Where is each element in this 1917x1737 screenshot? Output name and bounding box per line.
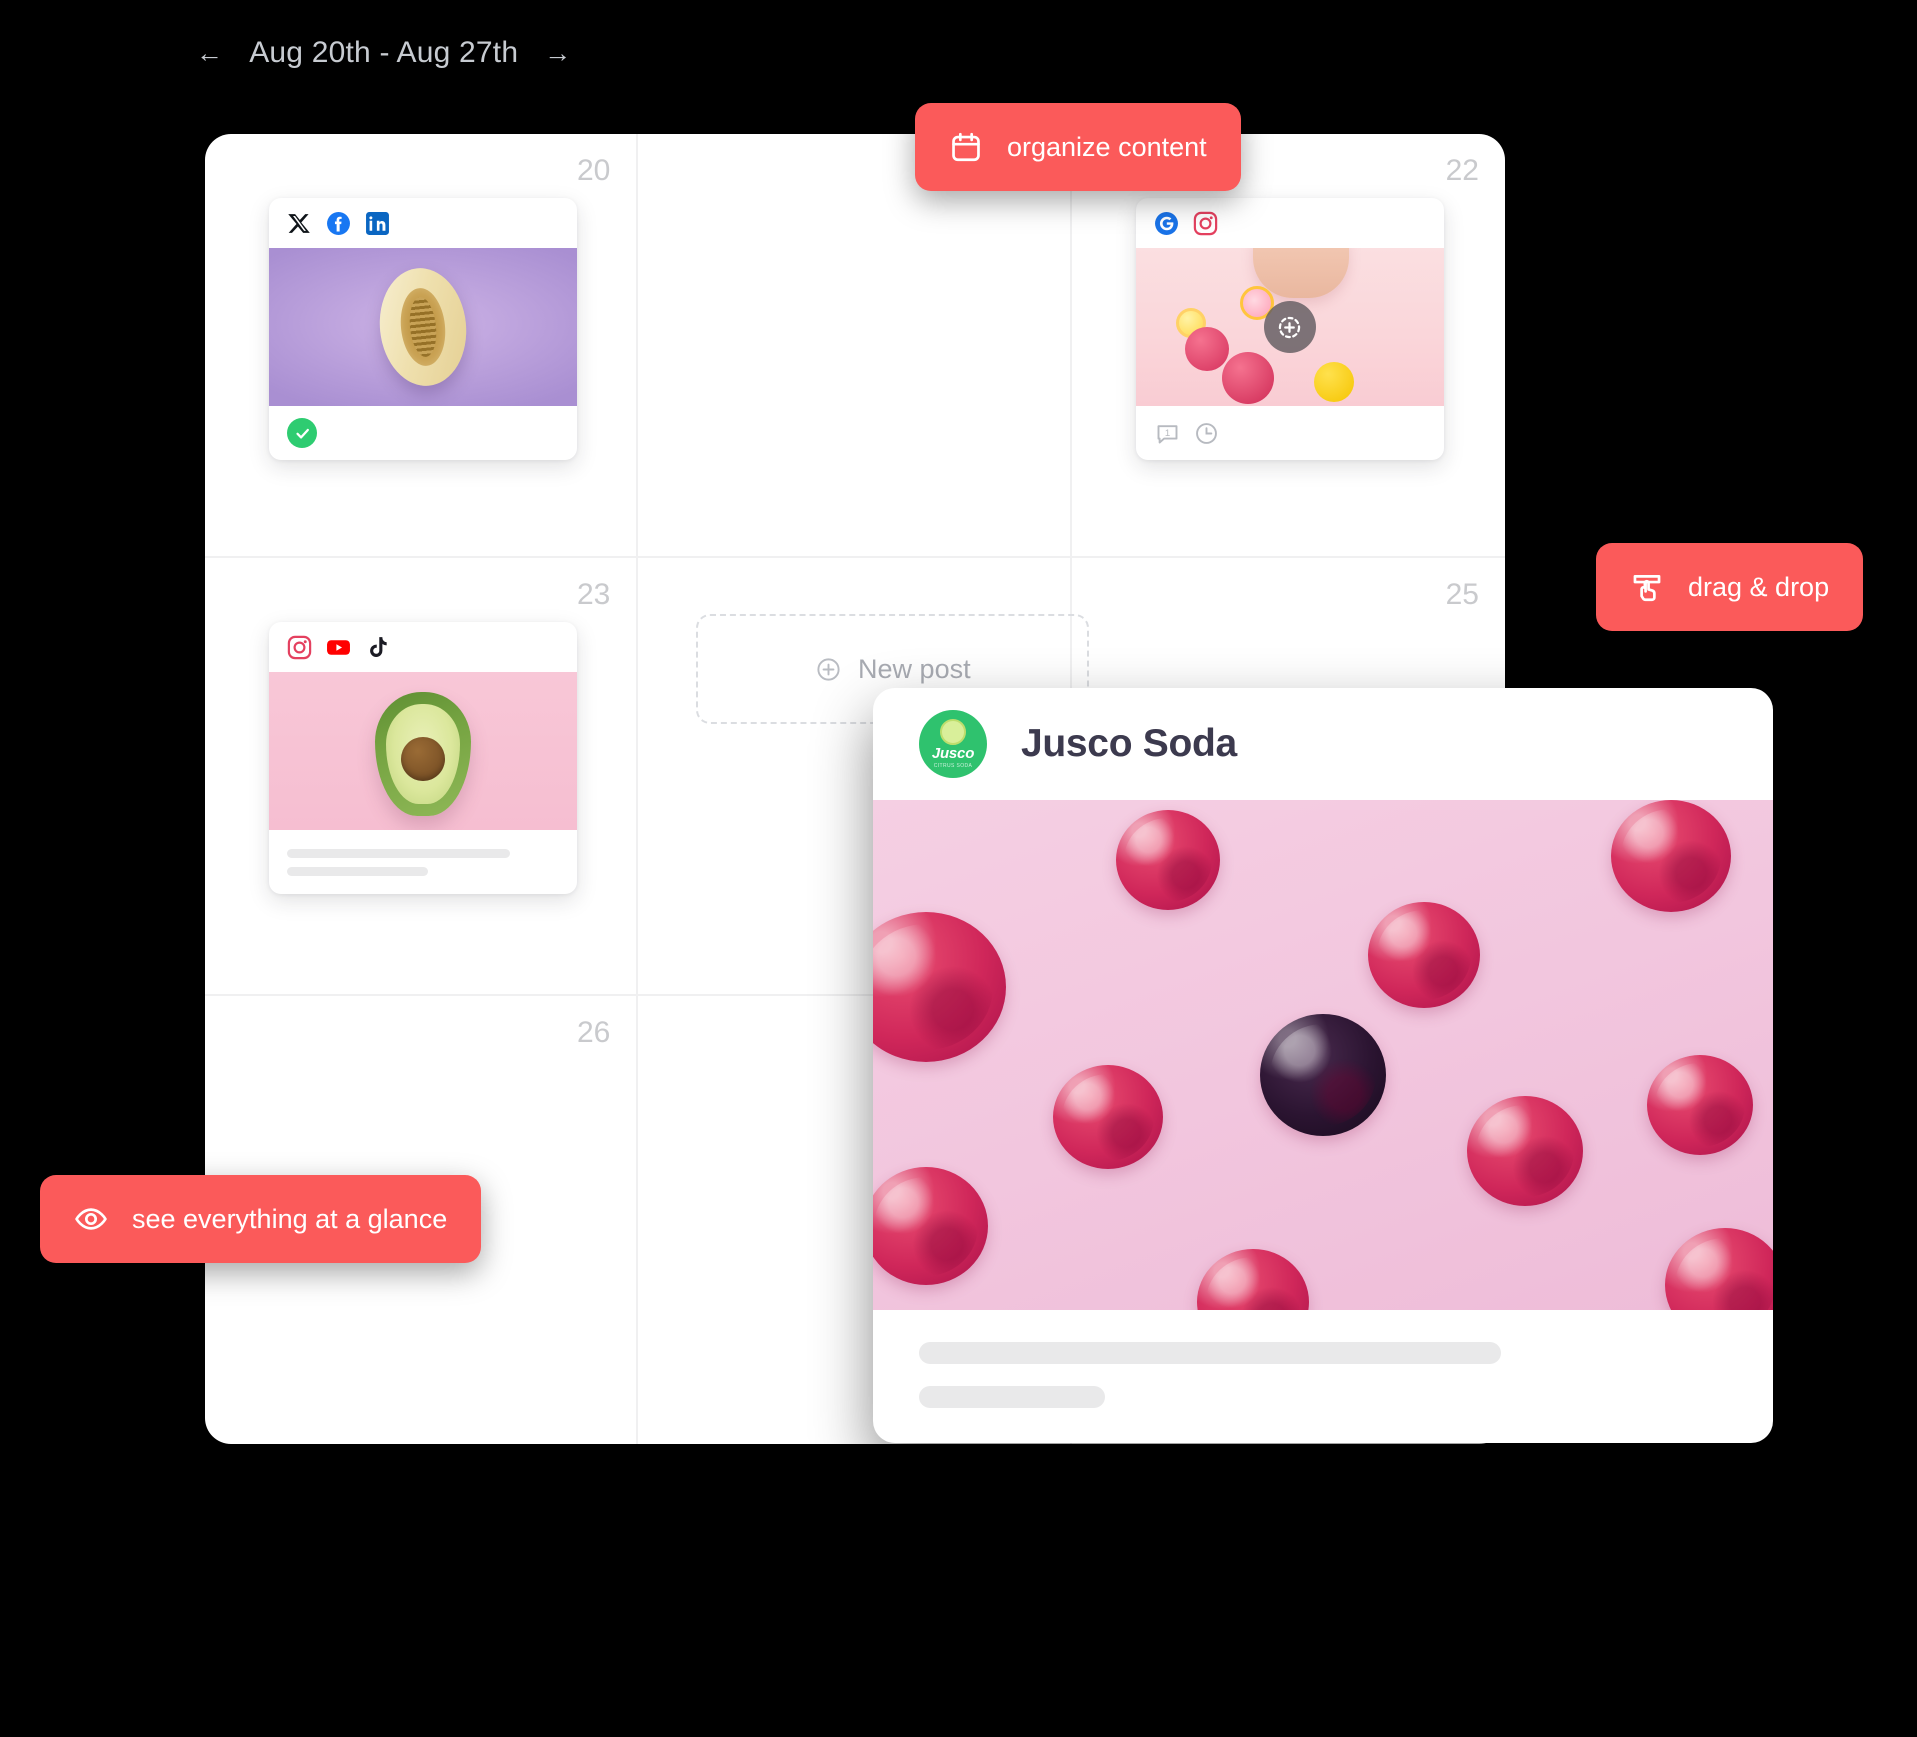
next-week-arrow-icon[interactable]: → [544,39,571,67]
post-image-melon [269,248,577,406]
add-carousel-icon[interactable] [1263,301,1316,353]
lime-slice-icon [940,719,966,745]
post-card-meta: 1 [1136,406,1444,460]
calendar-icon [952,132,980,162]
date-range-label: Aug 20th - Aug 27th [249,36,519,69]
avatar-brand-text: Jusco [931,745,975,762]
svg-text:1: 1 [1165,428,1170,439]
day-number: 25 [1445,578,1479,611]
post-card-networks [1136,198,1444,248]
calendar-cell-22[interactable]: 22 1 [1071,134,1505,558]
new-post-label: New post [858,653,971,684]
badge-drag-and-drop[interactable]: drag & drop [1596,543,1864,631]
calendar-cell-21[interactable] [638,134,1072,558]
clock-icon[interactable] [1193,420,1220,447]
day-number: 26 [576,1016,611,1049]
avatar: Jusco CITRUS SODA [919,710,987,778]
screenshot-root: ← Aug 20th - Aug 27th → 20 22 1 23 New p… [0,0,1917,1737]
check-circle-icon [287,418,317,448]
previous-week-arrow-icon[interactable]: ← [196,39,223,67]
post-preview-card[interactable]: Jusco CITRUS SODA Jusco Soda [873,688,1773,1443]
badge-label: see everything at a glance [132,1203,448,1234]
facebook-icon[interactable] [326,211,351,236]
post-card-caption-placeholder [269,830,577,894]
post-card-melon[interactable] [269,198,577,471]
post-image-avocado [269,672,577,830]
post-image-citrus [1135,248,1444,406]
badge-label: organize content [1007,131,1207,162]
badge-label: drag & drop [1688,571,1830,602]
badge-organize-content[interactable]: organize content [915,103,1241,191]
calendar-cell-23[interactable]: 23 [205,558,639,996]
instagram-icon[interactable] [1193,211,1218,236]
tiktok-icon[interactable] [365,635,390,660]
drag-drop-icon [1633,575,1661,602]
account-name: Jusco Soda [1021,722,1237,765]
avatar-sub-text: CITRUS SODA [933,763,973,769]
badge-see-at-a-glance[interactable]: see everything at a glance [40,1175,482,1263]
linkedin-icon[interactable] [365,211,390,236]
comment-icon[interactable]: 1 [1154,420,1181,447]
day-number: 23 [576,578,611,611]
calendar-week-navigator: ← Aug 20th - Aug 27th → [196,36,571,70]
post-card-status [269,406,577,460]
x-icon[interactable] [287,211,312,236]
preview-image-berries [873,800,1773,1310]
post-card-networks [269,198,577,248]
google-business-icon[interactable] [1154,211,1179,236]
calendar-cell-20[interactable]: 20 [205,134,639,558]
plus-circle-icon [817,657,840,681]
post-card-avocado[interactable] [269,622,577,894]
instagram-icon[interactable] [287,635,312,660]
preview-caption-placeholder [873,1310,1773,1408]
post-card-networks [269,622,577,672]
day-number: 20 [576,154,611,187]
preview-account-header: Jusco CITRUS SODA Jusco Soda [873,688,1773,800]
youtube-icon[interactable] [326,635,351,660]
eye-icon [75,1208,107,1230]
day-number: 22 [1445,154,1479,187]
post-card-citrus[interactable]: 1 [1135,198,1444,460]
